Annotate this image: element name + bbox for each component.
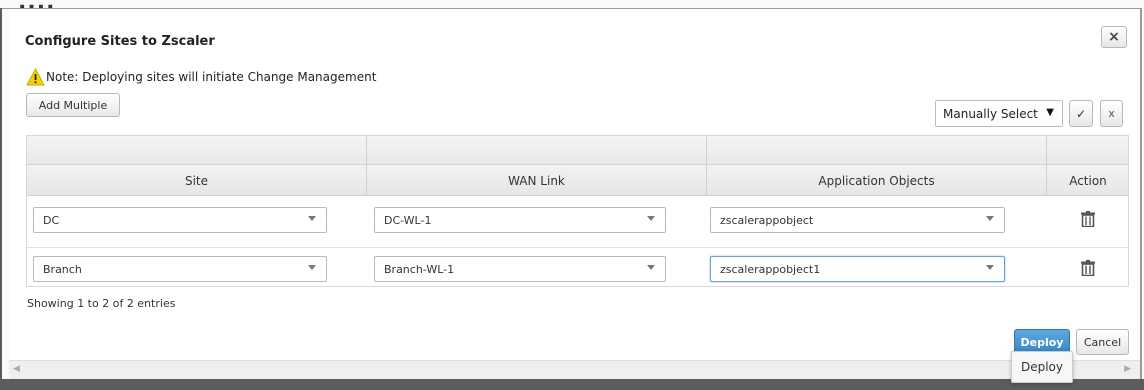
note-text: Note: Deploying sites will initiate Chan… [46, 70, 377, 84]
window-frame-right [1140, 8, 1142, 390]
table-header-band [27, 136, 1128, 165]
column-header-wan-link[interactable]: WAN Link [367, 165, 706, 196]
site-select-value: DC [43, 213, 60, 227]
wan-link-select-value: Branch-WL-1 [384, 262, 455, 276]
application-object-select[interactable]: zscalerappobject [710, 207, 1005, 233]
selection-mode-select[interactable]: Manually Select ▼ [935, 100, 1063, 127]
column-header-application-objects[interactable]: Application Objects [707, 165, 1046, 196]
scroll-right-icon[interactable]: ▶ [1124, 364, 1131, 374]
chevron-down-icon [308, 216, 316, 221]
close-button[interactable]: × [1101, 26, 1127, 48]
scroll-left-icon[interactable]: ◀ [13, 364, 20, 374]
discard-selection-button[interactable]: x [1100, 100, 1123, 127]
delete-icon[interactable] [1081, 260, 1095, 276]
confirm-selection-button[interactable]: ✓ [1069, 100, 1093, 127]
wan-link-select[interactable]: Branch-WL-1 [374, 256, 666, 282]
wan-link-select[interactable]: DC-WL-1 [374, 207, 666, 233]
change-management-note: Note: Deploying sites will initiate Chan… [26, 68, 376, 86]
site-select[interactable]: DC [33, 207, 327, 233]
chevron-down-icon [986, 265, 994, 270]
dropdown-caret-icon: ▼ [1046, 107, 1054, 118]
cancel-button[interactable]: Cancel [1076, 329, 1129, 355]
dialog-title: Configure Sites to Zscaler [25, 34, 215, 49]
application-object-select-value: zscalerappobject [720, 213, 814, 227]
sites-table: Site WAN Link Application Objects Action… [26, 135, 1129, 287]
chevron-down-icon [647, 216, 655, 221]
deploy-tooltip: Deploy [1011, 351, 1073, 383]
application-object-select-value: zscalerappobject1 [720, 262, 821, 276]
selection-mode-value: Manually Select [943, 106, 1038, 121]
wan-link-select-value: DC-WL-1 [384, 213, 432, 227]
horizontal-scrollbar[interactable]: ◀ ▶ [9, 360, 1140, 379]
site-select-value: Branch [43, 262, 82, 276]
entries-count: Showing 1 to 2 of 2 entries [27, 297, 176, 310]
application-object-select[interactable]: zscalerappobject1 [710, 256, 1005, 282]
column-header-site[interactable]: Site [27, 165, 366, 196]
chevron-down-icon [986, 216, 994, 221]
site-select[interactable]: Branch [33, 256, 327, 282]
table-row: Branch Branch-WL-1 zscalerappobject1 [27, 247, 1128, 288]
chevron-down-icon [647, 265, 655, 270]
window-bottom-bar [0, 379, 1144, 390]
table-row: DC DC-WL-1 zscalerappobject [27, 197, 1128, 238]
delete-icon[interactable] [1081, 211, 1095, 227]
chevron-down-icon [308, 265, 316, 270]
configure-sites-dialog: Configure Sites to Zscaler × Note: Deplo… [9, 9, 1140, 379]
window-frame-left [0, 8, 2, 390]
add-multiple-button[interactable]: Add Multiple [26, 93, 120, 117]
warning-icon [26, 68, 45, 86]
column-header-action: Action [1069, 173, 1107, 188]
